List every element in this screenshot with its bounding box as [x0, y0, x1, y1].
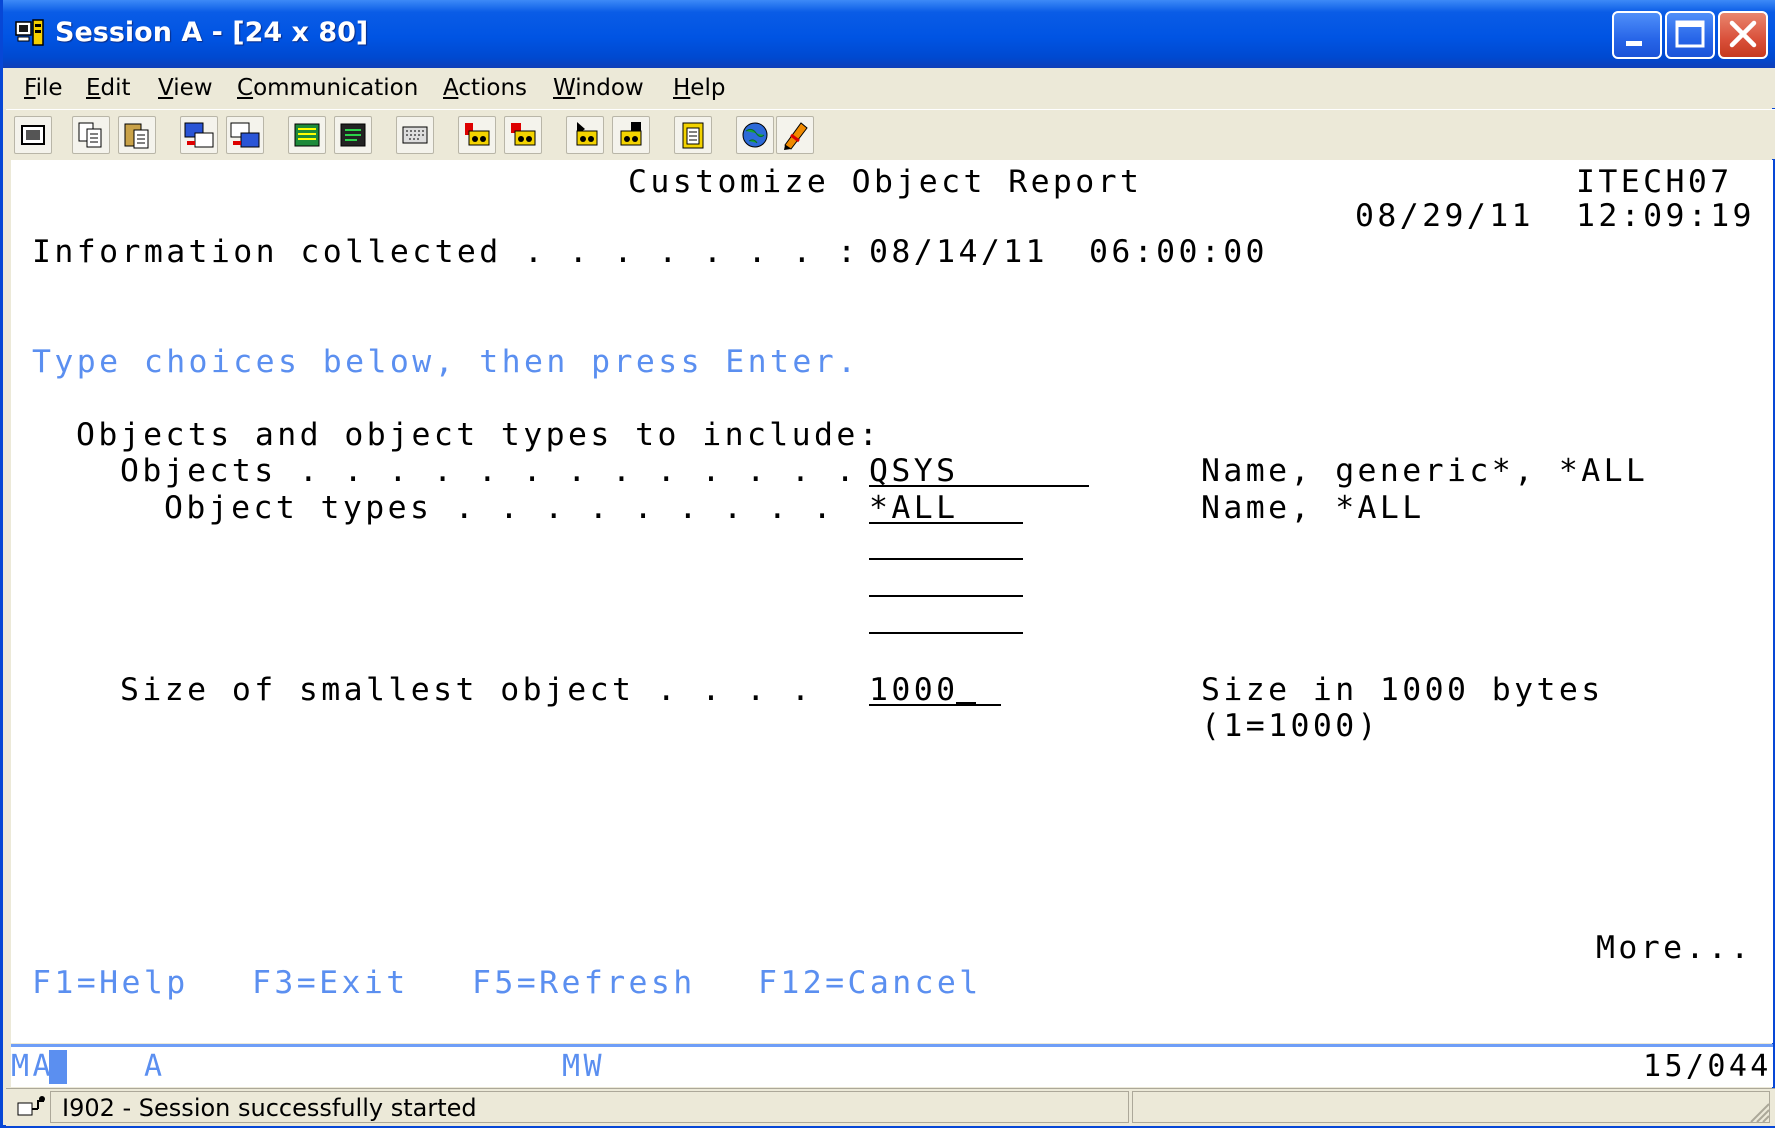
menu-bar: File Edit View Communication Actions Win… — [6, 68, 1775, 108]
green-screen-icon[interactable] — [334, 116, 372, 154]
fkey-refresh[interactable]: F5=Refresh — [472, 965, 696, 1001]
object-types-help: Name, *ALL — [1201, 490, 1425, 526]
system-name: ITECH07 — [1576, 164, 1733, 200]
size-help-note: (1=1000) — [1201, 708, 1380, 744]
screen-date: 08/29/11 — [1355, 198, 1534, 234]
resize-grip-icon[interactable] — [1745, 1098, 1771, 1124]
fkey-help[interactable]: F1=Help — [32, 965, 189, 1001]
play-macro-icon[interactable] — [566, 116, 604, 154]
screen-title: Customize Object Report — [628, 164, 1143, 200]
paste-icon[interactable] — [118, 116, 156, 154]
more-indicator: More... — [1596, 930, 1753, 966]
object-types-field-1-underline — [869, 522, 1023, 524]
text-cursor — [956, 702, 976, 706]
object-types-field-3-underline — [869, 595, 1023, 597]
menu-window[interactable]: Window — [553, 75, 644, 101]
object-types-field-2-underline — [869, 558, 1023, 560]
fkey-cancel[interactable]: F12=Cancel — [758, 965, 982, 1001]
connection-icon — [17, 1096, 45, 1116]
status-message: I902 - Session successfully started — [62, 1094, 477, 1122]
edit-icon[interactable] — [776, 116, 814, 154]
operator-info-area: MA A MW 15/044 — [11, 1047, 1773, 1087]
emulator-window: Session A - [24 x 80] File Edit View Com… — [0, 0, 1775, 1128]
title-bar[interactable]: Session A - [24 x 80] — [3, 0, 1775, 68]
oia-mode: MW — [562, 1049, 605, 1084]
object-types-field-4-underline — [869, 632, 1023, 634]
oia-session: A — [144, 1049, 166, 1084]
close-icon — [1729, 20, 1757, 48]
print-screen-icon[interactable] — [14, 116, 52, 154]
size-field[interactable]: 1000 — [869, 672, 958, 708]
menu-communication[interactable]: Communication — [237, 75, 418, 101]
size-help: Size in 1000 bytes — [1201, 672, 1604, 708]
objects-field[interactable]: QSYS — [869, 453, 958, 489]
macro-icon[interactable] — [612, 116, 650, 154]
clipboard-icon[interactable] — [674, 116, 712, 154]
receive-file-icon[interactable] — [226, 116, 264, 154]
menu-view[interactable]: View — [158, 75, 213, 101]
minimize-icon — [1626, 41, 1642, 46]
close-button[interactable] — [1718, 11, 1768, 59]
objects-label: Objects . . . . . . . . . . . . . — [120, 453, 859, 489]
object-types-field-3[interactable] — [869, 562, 1023, 598]
objects-help: Name, generic*, *ALL — [1201, 453, 1649, 489]
session-icon — [15, 19, 44, 46]
window-title: Session A - [24 x 80] — [55, 17, 369, 48]
menu-actions[interactable]: Actions — [443, 75, 527, 101]
size-field-underline — [869, 704, 1001, 706]
stop-macro-icon[interactable] — [504, 116, 542, 154]
maximize-icon — [1675, 20, 1705, 48]
size-label: Size of smallest object . . . . — [120, 672, 814, 708]
info-collected-date: 08/14/11 — [869, 234, 1048, 270]
menu-file[interactable]: File — [24, 75, 63, 101]
oia-indicator: MA — [11, 1049, 54, 1084]
object-types-label: Object types . . . . . . . . . — [164, 490, 835, 526]
minimize-button[interactable] — [1612, 11, 1662, 59]
record-macro-icon[interactable] — [458, 116, 496, 154]
fkey-exit[interactable]: F3=Exit — [252, 965, 409, 1001]
screen-time: 12:09:19 — [1576, 198, 1755, 234]
toolbar — [6, 109, 1775, 159]
cursor-position: 15/044 — [1643, 1049, 1772, 1084]
status-bar: I902 - Session successfully started — [6, 1088, 1775, 1126]
object-types-field-1[interactable]: *ALL — [869, 490, 958, 526]
copy-icon[interactable] — [72, 116, 110, 154]
keyboard-map-icon[interactable] — [396, 116, 434, 154]
terminal-screen[interactable]: Customize Object Report ITECH07 08/29/11… — [11, 160, 1773, 1043]
section-heading: Objects and object types to include: — [76, 417, 882, 453]
objects-field-underline — [869, 485, 1089, 487]
object-types-field-2[interactable] — [869, 526, 1023, 562]
info-collected-label: Information collected . . . . . . . : — [32, 234, 860, 270]
maximize-button[interactable] — [1665, 11, 1715, 59]
status-secondary-pane — [1132, 1091, 1770, 1123]
menu-help[interactable]: Help — [673, 75, 725, 101]
object-types-field-4[interactable] — [869, 599, 1023, 635]
menu-edit[interactable]: Edit — [86, 75, 131, 101]
info-collected-time: 06:00:00 — [1089, 234, 1268, 270]
display-keypad-icon[interactable] — [288, 116, 326, 154]
web-icon[interactable] — [736, 116, 774, 154]
send-file-icon[interactable] — [180, 116, 218, 154]
instruction-text: Type choices below, then press Enter. — [32, 344, 860, 380]
